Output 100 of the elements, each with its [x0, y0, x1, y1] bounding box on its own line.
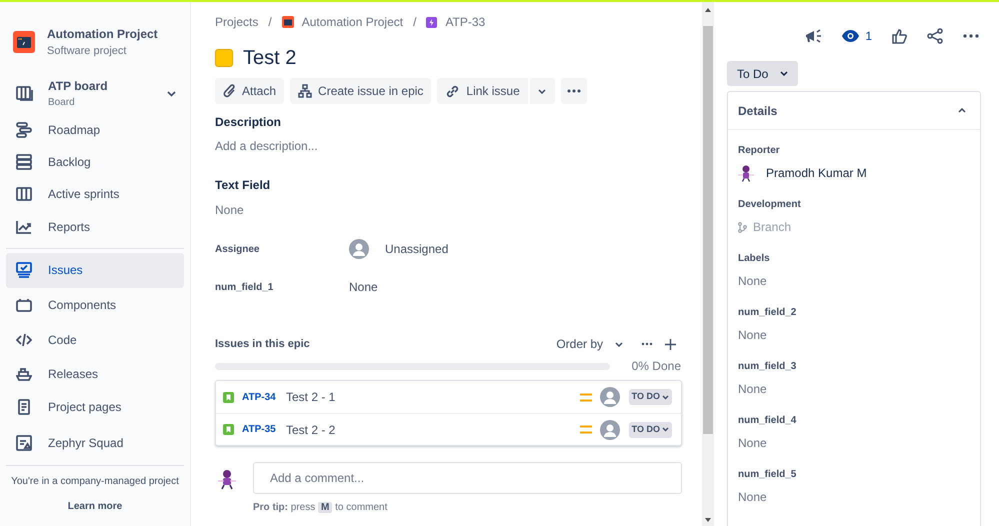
- project-type-note: You're in a company-managed project: [11, 474, 179, 488]
- story-icon: [223, 392, 234, 402]
- components-icon: [16, 298, 32, 312]
- field-value[interactable]: None: [738, 434, 767, 452]
- status-button[interactable]: TO DO: [628, 422, 672, 438]
- details-header[interactable]: Details: [728, 92, 980, 130]
- roadmap-icon: [16, 122, 32, 138]
- board-name[interactable]: ATP board: [48, 77, 153, 95]
- more-icon[interactable]: [641, 342, 653, 346]
- avatar-placeholder-icon: [600, 420, 620, 440]
- field-label: Development: [738, 198, 802, 212]
- user-avatar-icon: [215, 467, 239, 491]
- columns-icon: [16, 187, 32, 201]
- branch-icon: [738, 222, 747, 232]
- epic-icon: [426, 16, 438, 28]
- sidebar-item[interactable]: Zephyr Squad: [6, 424, 184, 462]
- more-icon[interactable]: [963, 34, 979, 38]
- field-label: Labels: [738, 252, 771, 266]
- issue-key-link[interactable]: ATP-35: [242, 422, 286, 437]
- megaphone-icon[interactable]: [805, 28, 822, 44]
- pro-tip: Pro tip: press M to comment: [253, 501, 388, 515]
- progress-reading: 0% Done: [632, 358, 681, 375]
- issue-summary[interactable]: Test 2 - 2: [286, 420, 580, 438]
- project-name[interactable]: Automation Project: [47, 25, 158, 43]
- field-label: num_field_5: [738, 468, 798, 482]
- chevron-down-icon: [538, 88, 546, 94]
- more-button[interactable]: [560, 78, 587, 104]
- field-value[interactable]: None: [738, 380, 767, 398]
- user-avatar-icon: [738, 164, 754, 182]
- thumbs-up-icon[interactable]: [892, 28, 907, 44]
- sidebar-item[interactable]: Components: [6, 288, 184, 322]
- chevron-down-icon[interactable]: [167, 90, 176, 96]
- status-button[interactable]: TO DO: [628, 389, 672, 405]
- medium-priority-icon: [580, 392, 592, 402]
- chevron-down-icon: [662, 394, 669, 400]
- toolbar-button[interactable]: Create issue in epic: [290, 78, 432, 104]
- breadcrumb-link[interactable]: Projects: [215, 13, 258, 31]
- page-icon: [18, 398, 30, 414]
- field-value[interactable]: None: [349, 278, 378, 296]
- learn-more-link[interactable]: Learn more: [68, 498, 122, 514]
- share-icon[interactable]: [927, 28, 943, 44]
- field-value[interactable]: None: [738, 272, 767, 290]
- project-logo-icon: [13, 31, 35, 54]
- field-label: Description: [215, 114, 282, 131]
- sidebar-item[interactable]: Code: [6, 322, 184, 358]
- sidebar-item[interactable]: Releases: [6, 358, 184, 390]
- field-value[interactable]: None: [738, 488, 767, 506]
- field-value[interactable]: None: [215, 201, 682, 219]
- board-icon: [16, 86, 34, 102]
- comment-field[interactable]: Add a comment...: [253, 462, 682, 494]
- watcher-count[interactable]: 1: [865, 27, 872, 45]
- issue-title[interactable]: Test 2: [243, 43, 296, 73]
- scroll-up-icon[interactable]: [705, 8, 711, 12]
- breadcrumb-separator: /: [268, 14, 272, 31]
- field-value[interactable]: None: [738, 326, 767, 344]
- assignee-value[interactable]: Unassigned: [385, 240, 448, 258]
- breadcrumb-link[interactable]: Automation Project: [302, 13, 404, 31]
- sidebar-item[interactable]: Roadmap: [6, 114, 184, 146]
- field-label: Reporter: [738, 144, 781, 158]
- toolbar-button[interactable]: Attach: [215, 78, 284, 104]
- code-icon: [16, 332, 32, 346]
- toolbar-button[interactable]: Link issue: [437, 78, 528, 104]
- status-button[interactable]: To Do: [727, 61, 798, 86]
- paperclip-icon: [223, 84, 236, 98]
- sidebar-item[interactable]: Project pages: [6, 390, 184, 424]
- issue-key-link[interactable]: ATP-34: [242, 390, 286, 404]
- section-title: Issues in this epic: [215, 336, 311, 352]
- hierarchy-icon: [298, 84, 312, 98]
- chevron-down-icon: [615, 342, 623, 346]
- link-icon: [445, 84, 460, 98]
- medium-priority-icon: [580, 425, 592, 434]
- plus-icon[interactable]: [665, 338, 676, 350]
- scroll-down-icon[interactable]: [705, 518, 711, 522]
- zephyr-icon: [16, 434, 32, 450]
- project-logo-icon: [282, 16, 294, 28]
- reporter-name[interactable]: Pramodh Kumar M: [766, 164, 867, 182]
- sidebar-item[interactable]: Reports: [6, 210, 184, 244]
- sidebar-item[interactable]: Backlog: [6, 146, 184, 178]
- epic-color-swatch: [215, 49, 233, 67]
- order-by-button[interactable]: Order by: [556, 335, 623, 353]
- avatar-placeholder-icon: [349, 239, 369, 259]
- field-label: num_field_3: [738, 360, 798, 374]
- scrollbar[interactable]: [702, 2, 714, 526]
- dropdown-button[interactable]: [530, 78, 555, 104]
- field-label: Assignee: [215, 242, 260, 256]
- more-icon: [566, 89, 581, 93]
- board-type: Board: [48, 96, 76, 110]
- sidebar-item[interactable]: Active sprints: [6, 178, 184, 210]
- description-field[interactable]: Add a description...: [215, 137, 682, 155]
- field-label: num_field_1: [215, 280, 274, 294]
- backlog-icon: [16, 154, 32, 170]
- field-label: Text Field: [215, 177, 272, 194]
- avatar-placeholder-icon: [600, 387, 620, 407]
- issue-summary[interactable]: Test 2 - 1: [286, 388, 580, 406]
- breadcrumb-link[interactable]: ATP-33: [445, 13, 486, 31]
- sidebar-item[interactable]: Issues: [6, 252, 184, 288]
- breadcrumb-separator: /: [413, 14, 416, 31]
- chevron-down-icon: [662, 427, 669, 432]
- chevron-down-icon: [780, 71, 788, 76]
- eye-icon[interactable]: [842, 30, 860, 42]
